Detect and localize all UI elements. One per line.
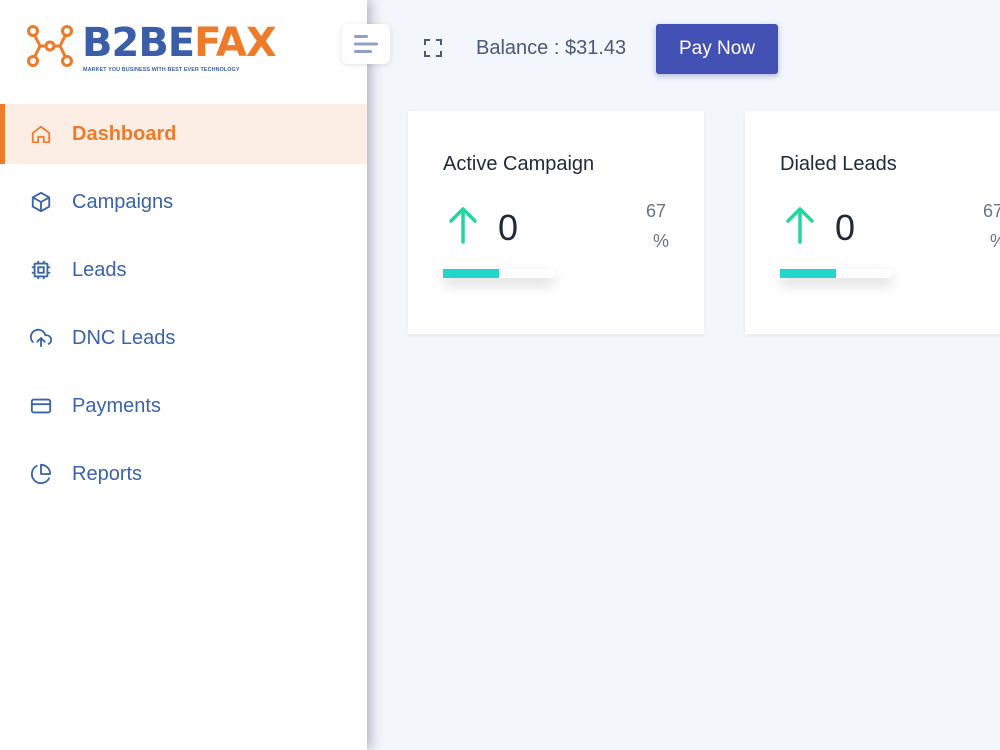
sidebar: B2BEFAX MARKET YOU BUSINESS WITH BEST EV…	[0, 0, 367, 750]
balance-display: Balance : $31.43	[476, 37, 627, 59]
menu-align-icon	[354, 35, 378, 53]
sidebar-item-dnc-leads[interactable]: DNC Leads	[0, 308, 367, 368]
fullscreen-icon[interactable]	[424, 39, 442, 57]
card-percent-sign: %	[653, 231, 670, 251]
sidebar-item-label: Payments	[72, 394, 161, 417]
sidebar-item-reports[interactable]: Reports	[0, 444, 367, 504]
logo-wordmark: B2BEFAX	[82, 20, 277, 66]
sidebar-toggle-button[interactable]	[342, 24, 390, 64]
sidebar-item-label: Dashboard	[72, 122, 177, 145]
logo-tagline: MARKET YOU BUSINESS WITH BEST EVER TECHN…	[83, 67, 240, 73]
arrow-up-icon	[449, 207, 477, 244]
sidebar-nav: Dashboard Campaigns Leads DNC Leads Paym…	[0, 104, 367, 512]
cube-icon	[30, 191, 52, 213]
pie-chart-icon	[30, 463, 52, 485]
card-percent: 67	[983, 201, 1000, 221]
sidebar-item-payments[interactable]: Payments	[0, 376, 367, 436]
sidebar-item-label: Reports	[72, 462, 143, 485]
sidebar-item-leads[interactable]: Leads	[0, 240, 367, 300]
home-icon	[30, 123, 52, 145]
arrow-up-icon	[786, 207, 814, 244]
stat-card-active-campaign: Active Campaign 0 67 %	[408, 111, 704, 334]
cloud-upload-icon	[30, 327, 52, 349]
progress-bar	[443, 269, 555, 278]
card-percent: 67	[646, 201, 667, 221]
stat-card-dialed-leads: Dialed Leads 0 67 %	[745, 111, 1000, 334]
pay-now-button[interactable]: Pay Now	[656, 24, 778, 74]
chip-icon	[30, 259, 52, 281]
progress-fill	[443, 269, 499, 278]
sidebar-item-label: Campaigns	[72, 190, 174, 213]
card-value: 0	[835, 207, 856, 248]
card-title: Dialed Leads	[780, 153, 897, 175]
card-value: 0	[498, 207, 519, 248]
brand-logo[interactable]: B2BEFAX MARKET YOU BUSINESS WITH BEST EV…	[26, 20, 277, 78]
progress-fill	[780, 269, 836, 278]
credit-card-icon	[30, 395, 52, 417]
sidebar-item-label: DNC Leads	[72, 326, 176, 349]
sidebar-item-dashboard[interactable]: Dashboard	[0, 104, 367, 164]
sidebar-item-campaigns[interactable]: Campaigns	[0, 172, 367, 232]
card-percent-sign: %	[990, 231, 1000, 252]
card-title: Active Campaign	[443, 153, 595, 175]
sidebar-item-label: Leads	[72, 258, 127, 281]
network-logo-icon	[27, 25, 73, 67]
progress-bar	[780, 269, 892, 278]
